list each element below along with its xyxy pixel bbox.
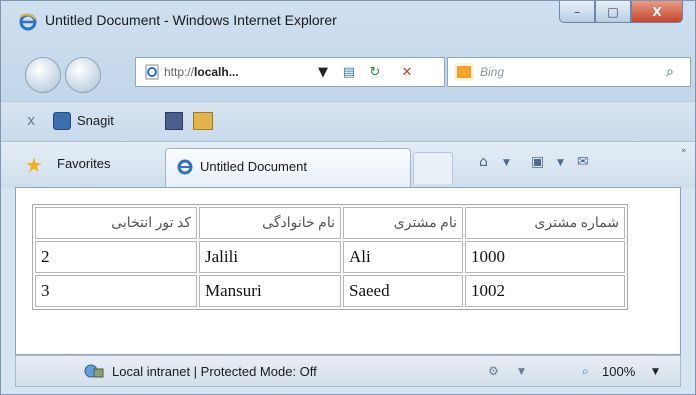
stop-icon[interactable]: ✕	[398, 63, 416, 81]
zoom-icon[interactable]: ⌕	[582, 364, 589, 379]
cell-customer-name: Ali	[343, 241, 463, 273]
snagit-toolbar: x Snagit	[1, 101, 695, 142]
chevron-down-icon[interactable]: ▼	[557, 158, 564, 168]
chevron-down-icon[interactable]: ▼	[314, 63, 332, 81]
cell-tour-code: 3	[35, 275, 197, 307]
snagit-icon[interactable]	[53, 112, 71, 130]
cell-customer-name: Saeed	[343, 275, 463, 307]
ie-page-icon	[177, 159, 193, 175]
capture-icon[interactable]	[165, 112, 183, 130]
security-zone-text[interactable]: Local intranet | Protected Mode: Off	[112, 364, 317, 379]
chevron-down-icon[interactable]: ▼	[518, 367, 525, 377]
favorites-star-icon[interactable]: ★	[25, 153, 43, 177]
table-header-row: کد تور انتخابی نام خانوادگی نام مشتری شم…	[35, 207, 625, 239]
new-tab-button[interactable]	[413, 152, 453, 184]
maximize-button[interactable]: □	[595, 1, 631, 23]
page-icon	[145, 64, 159, 80]
home-icon[interactable]: ⌂	[479, 154, 488, 170]
address-url: http://localh...	[164, 65, 239, 79]
forward-button[interactable]	[65, 57, 101, 93]
magnifier-icon[interactable]: ⌕	[666, 64, 674, 80]
header-customer-number: شماره مشتری	[465, 207, 625, 239]
cell-customer-number: 1002	[465, 275, 625, 307]
close-button[interactable]: X	[631, 1, 683, 23]
window-title: Untitled Document - Windows Internet Exp…	[45, 12, 337, 28]
address-bar[interactable]: http://localh... ▼ ▤ ↻ ✕	[135, 57, 445, 87]
customers-table: کد تور انتخابی نام خانوادگی نام مشتری شم…	[32, 204, 628, 310]
favorites-button[interactable]: Favorites	[57, 156, 110, 171]
table-row: 2 Jalili Ali 1000	[35, 241, 625, 273]
chevron-down-icon[interactable]: ▼	[652, 367, 659, 377]
header-customer-name: نام مشتری	[343, 207, 463, 239]
snagit-button[interactable]: Snagit	[77, 113, 114, 128]
title-bar: Untitled Document - Windows Internet Exp…	[1, 1, 695, 39]
add-ons-icon[interactable]: ⚙	[488, 364, 499, 378]
ie-logo-icon	[19, 13, 37, 31]
cell-last-name: Jalili	[199, 241, 341, 273]
page-content: کد تور انتخابی نام خانوادگی نام مشتری شم…	[15, 187, 681, 355]
feeds-icon[interactable]: ▣	[531, 154, 544, 170]
chevron-down-icon[interactable]: ▼	[503, 158, 510, 168]
cell-last-name: Mansuri	[199, 275, 341, 307]
minimize-button[interactable]: –	[559, 1, 595, 23]
refresh-icon[interactable]: ↻	[366, 63, 384, 81]
search-placeholder: Bing	[480, 65, 505, 79]
mail-icon[interactable]: ✉	[577, 154, 589, 170]
zoom-level[interactable]: 100%	[602, 364, 635, 379]
tab-label: Untitled Document	[200, 159, 307, 174]
status-bar: Local intranet | Protected Mode: Off ⚙ ▼…	[15, 355, 681, 387]
tab-untitled-document[interactable]: Untitled Document	[165, 148, 411, 188]
cell-tour-code: 2	[35, 241, 197, 273]
back-button[interactable]	[25, 57, 61, 93]
folder-icon[interactable]	[193, 112, 213, 130]
bing-icon	[454, 63, 474, 81]
toolbar-close-icon[interactable]: x	[27, 113, 35, 129]
favorites-bar: ★ Favorites Untitled Document ⌂ ▼ ▣ ▼ ✉ …	[1, 141, 695, 188]
cell-customer-number: 1000	[465, 241, 625, 273]
navigation-bar: http://localh... ▼ ▤ ↻ ✕ Bing ⌕	[1, 41, 695, 101]
compatibility-icon[interactable]: ▤	[340, 63, 358, 81]
table-row: 3 Mansuri Saeed 1002	[35, 275, 625, 307]
window-controls: – □ X	[559, 1, 683, 23]
header-tour-code: کد تور انتخابی	[35, 207, 197, 239]
intranet-zone-icon	[84, 364, 104, 378]
more-icon[interactable]: »	[681, 146, 687, 156]
search-box[interactable]: Bing ⌕	[447, 57, 691, 87]
browser-window: Untitled Document - Windows Internet Exp…	[0, 0, 696, 395]
header-last-name: نام خانوادگی	[199, 207, 341, 239]
